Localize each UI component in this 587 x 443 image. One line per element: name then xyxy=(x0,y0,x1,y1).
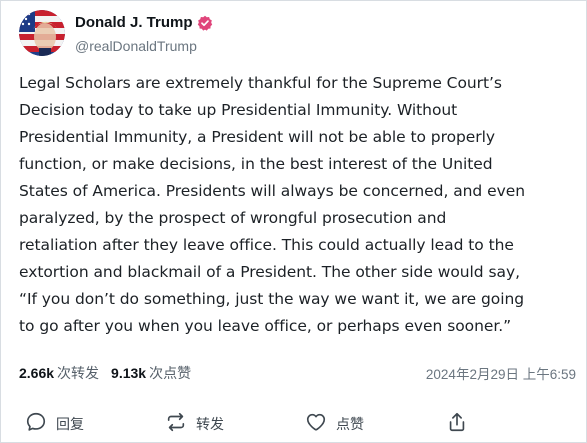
comment-icon xyxy=(25,411,47,437)
action-bar: 回复 转发 点赞 xyxy=(1,406,586,436)
post-card: Donald J. Trump @realDonaldTrump Legal S… xyxy=(0,0,587,443)
reposts-count: 2.66k xyxy=(19,365,55,381)
user-names: Donald J. Trump @realDonaldTrump xyxy=(75,13,213,54)
repost-icon xyxy=(165,411,187,437)
repost-label: 转发 xyxy=(196,416,224,432)
likes-stat[interactable]: 9.13k 次点赞 xyxy=(111,363,191,383)
reply-label: 回复 xyxy=(56,416,84,432)
avatar[interactable] xyxy=(19,10,65,56)
share-icon xyxy=(446,411,468,437)
likes-count: 9.13k xyxy=(111,365,147,381)
likes-label: 次点赞 xyxy=(149,365,192,381)
like-label: 点赞 xyxy=(336,416,364,432)
share-button[interactable] xyxy=(446,411,468,437)
reposts-stat[interactable]: 2.66k 次转发 xyxy=(19,363,99,383)
post-text: Legal Scholars are extremely thankful fo… xyxy=(19,74,525,335)
reply-button[interactable]: 回复 xyxy=(25,411,84,437)
post-meta: 2.66k 次转发 9.13k 次点赞 2024年2月29日 上午6:59 xyxy=(19,363,576,383)
post-header: Donald J. Trump @realDonaldTrump xyxy=(19,10,213,56)
post-timestamp: 2024年2月29日 上午6:59 xyxy=(425,367,576,382)
display-name[interactable]: Donald J. Trump xyxy=(75,14,193,31)
verified-badge-icon xyxy=(197,15,213,31)
reposts-label: 次转发 xyxy=(57,365,100,381)
user-handle[interactable]: @realDonaldTrump xyxy=(75,38,213,54)
like-button[interactable]: 点赞 xyxy=(305,411,364,437)
display-name-row: Donald J. Trump xyxy=(75,13,213,33)
repost-button[interactable]: 转发 xyxy=(165,411,224,437)
heart-icon xyxy=(305,411,327,437)
